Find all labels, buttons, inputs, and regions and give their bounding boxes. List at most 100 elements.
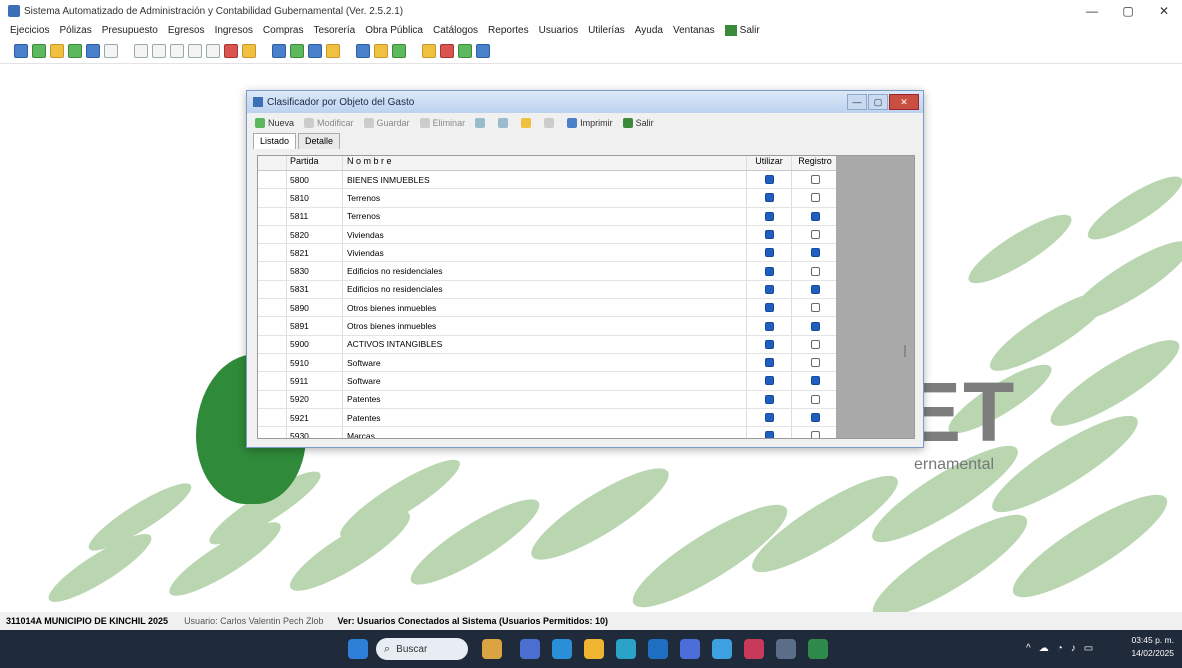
teams-icon[interactable] [680,639,700,659]
row-selector[interactable] [258,390,287,408]
menu-utilerias[interactable]: Utilerías [588,25,625,36]
utilizar-checkbox[interactable] [764,175,774,185]
task-view-icon[interactable] [520,639,540,659]
tab-detalle[interactable]: Detalle [298,133,341,149]
outlook-icon[interactable] [648,639,668,659]
status-connected-users[interactable]: Ver: Usuarios Conectados al Sistema (Usu… [337,616,608,626]
widgets-icon[interactable] [482,639,502,659]
dialog-titlebar[interactable]: Clasificador por Objeto del Gasto — ▢ ✕ [247,91,923,113]
eliminar-button[interactable]: Eliminar [419,118,465,128]
row-selector[interactable] [258,335,287,353]
sistema-app-icon[interactable] [808,639,828,659]
registro-checkbox[interactable] [810,266,820,276]
clear-filter-button[interactable] [544,118,557,128]
box-icon[interactable] [224,43,238,58]
table-row[interactable]: 5911 Software [258,372,836,391]
utilizar-checkbox[interactable] [764,303,774,313]
table-row[interactable]: 5820 Viviendas [258,225,836,245]
page-icon[interactable] [170,43,184,58]
menu-ingresos[interactable]: Ingresos [215,25,253,36]
battery-icon[interactable]: ▭ [1084,643,1093,654]
utilizar-checkbox[interactable] [764,193,774,203]
file-explorer-icon[interactable] [584,639,604,659]
chart-icon[interactable] [290,43,304,58]
row-selector[interactable] [258,262,287,280]
registro-checkbox[interactable] [810,376,820,386]
bank-icon[interactable] [392,43,406,58]
image-icon[interactable] [458,43,472,58]
nueva-button[interactable]: Nueva [255,118,294,128]
menu-ayuda[interactable]: Ayuda [635,25,663,36]
registro-checkbox[interactable] [810,175,820,185]
row-selector[interactable] [258,244,287,262]
app-icon[interactable] [776,639,796,659]
row-selector[interactable] [258,189,287,207]
wifi-icon[interactable]: ◔ [1057,643,1063,654]
registro-checkbox[interactable] [810,193,820,203]
column-header-nombre[interactable]: N o m b r e [343,156,747,170]
utilizar-checkbox[interactable] [764,248,774,258]
page-icon[interactable] [104,43,118,58]
table-row[interactable]: 5810 Terrenos [258,189,836,208]
modificar-button[interactable]: Modificar [304,118,354,128]
globe-icon[interactable] [476,43,490,58]
chrome-icon[interactable] [712,639,732,659]
row-selector[interactable] [258,408,287,427]
page-icon[interactable] [152,43,166,58]
table-row[interactable]: 5930 Marcas [258,427,836,438]
close-button[interactable]: ✕ [1146,0,1182,22]
copy-button[interactable] [498,118,511,128]
utilizar-checkbox[interactable] [764,230,774,240]
utilizar-checkbox[interactable] [764,413,774,422]
table-row[interactable]: 5920 Patentes [258,390,836,409]
registro-checkbox[interactable] [810,358,820,368]
calculator-icon[interactable] [326,43,340,58]
registro-checkbox[interactable] [810,248,820,258]
dialog-close-button[interactable]: ✕ [889,94,919,110]
column-header-partida[interactable]: Partida [287,156,343,170]
registro-checkbox[interactable] [810,339,820,349]
registro-checkbox[interactable] [810,211,820,221]
utilizar-checkbox[interactable] [764,339,774,349]
menu-compras[interactable]: Compras [263,25,304,36]
arrow-icon[interactable] [14,43,28,58]
table-row[interactable]: 5900 ACTIVOS INTANGIBLES [258,335,836,354]
grid-icon[interactable] [272,43,286,58]
maximize-button[interactable]: ▢ [1110,0,1146,22]
tools-icon[interactable] [374,43,388,58]
imprimir-button[interactable]: Imprimir [567,118,613,128]
store-icon[interactable] [616,639,636,659]
guardar-button[interactable]: Guardar [363,118,410,128]
utilizar-checkbox[interactable] [764,431,774,438]
folder-icon[interactable] [50,43,64,58]
menu-usuarios[interactable]: Usuarios [539,25,578,36]
registro-checkbox[interactable] [810,321,820,331]
table-row[interactable]: 5921 Patentes [258,408,836,428]
clock[interactable]: 03:45 p. m. 14/02/2025 [1131,634,1174,660]
table-row[interactable]: 5890 Otros bienes inmuebles [258,299,836,318]
menu-ejecicios[interactable]: Ejecicios [10,25,49,36]
row-selector[interactable] [258,353,287,372]
table-row[interactable]: 5811 Terrenos [258,207,836,226]
row-selector[interactable] [258,225,287,244]
utilizar-checkbox[interactable] [764,358,774,368]
menu-salir[interactable]: Salir [724,24,770,36]
flag-icon[interactable] [440,43,454,58]
people-icon[interactable] [308,43,322,58]
hierarchy-icon[interactable] [422,43,436,58]
document-icon[interactable] [32,43,46,58]
registro-checkbox[interactable] [810,284,820,294]
taskbar-search[interactable]: ⌕ Buscar [376,638,468,660]
utilizar-checkbox[interactable] [764,394,774,404]
chevron-up-icon[interactable]: ^ [1026,643,1031,654]
column-header-utilizar[interactable]: Utilizar [747,156,792,170]
utilizar-checkbox[interactable] [764,266,774,276]
edge-icon[interactable] [552,639,572,659]
page-icon[interactable] [134,43,148,58]
table-icon[interactable] [356,43,370,58]
utilizar-checkbox[interactable] [764,376,774,386]
report-icon[interactable] [86,43,100,58]
table-row[interactable]: 5910 Software [258,353,836,373]
utilizar-checkbox[interactable] [764,321,774,331]
onedrive-icon[interactable]: ☁ [1039,643,1049,654]
